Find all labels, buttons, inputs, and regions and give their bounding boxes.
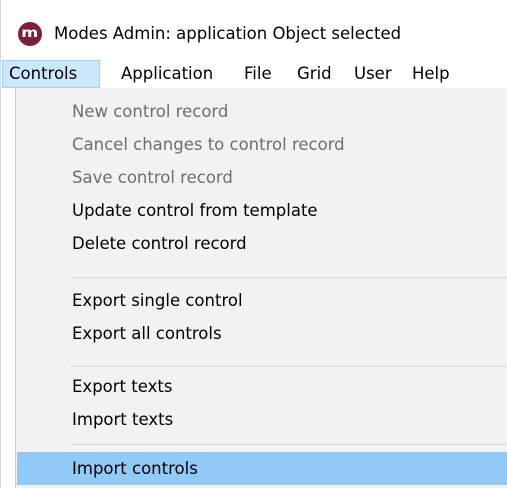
menu-separator [71,444,507,445]
menu-application[interactable]: Application [115,60,219,88]
menu-item-import-controls[interactable]: Import controls [17,452,507,485]
menu-separator [71,366,507,367]
modes-app-icon[interactable]: m [18,22,42,46]
menu-file[interactable]: File [238,60,278,88]
menu-item-export-all-controls[interactable]: Export all controls [17,317,507,350]
menu-item-update-from-template[interactable]: Update control from template [17,194,507,227]
menu-item-export-single-control[interactable]: Export single control [17,284,507,317]
menu-bar: Controls Application File Grid User Help [1,60,507,88]
app-window: m Modes Admin: application Object select… [0,0,507,488]
menu-item-import-texts[interactable]: Import texts [17,403,507,436]
controls-dropdown-menu: New control record Cancel changes to con… [15,88,507,488]
menu-item-delete-control-record[interactable]: Delete control record [17,227,507,260]
menu-separator [71,277,507,278]
title-bar: m Modes Admin: application Object select… [1,0,507,58]
menu-item-export-texts[interactable]: Export texts [17,370,507,403]
menu-grid[interactable]: Grid [291,60,338,88]
menu-controls[interactable]: Controls [2,60,100,88]
menu-item-cancel-changes[interactable]: Cancel changes to control record [17,128,507,161]
menu-item-new-control-record[interactable]: New control record [17,95,507,128]
menu-item-save-control-record[interactable]: Save control record [17,161,507,194]
window-title: Modes Admin: application Object selected [54,24,402,43]
app-icon-letter: m [21,26,39,41]
menu-help[interactable]: Help [406,60,456,88]
menu-user[interactable]: User [348,60,398,88]
